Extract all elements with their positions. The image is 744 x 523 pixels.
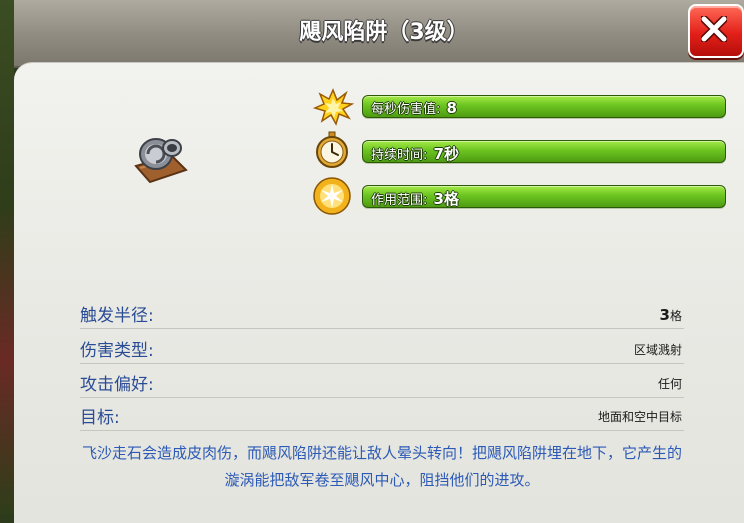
detail-row-trigger-radius: 触发半径: 3格 [80,300,684,329]
damage-stat-bar: 每秒伤害值: 8 [362,95,726,118]
trigger-radius-label: 触发半径: [80,306,154,326]
favorite-target-value: 任何 [657,377,682,391]
dialog-header: 飓风陷阱（3级） [14,0,744,68]
detail-row-damage-type: 伤害类型: 区域溅射 [80,335,684,364]
favorite-target-label: 攻击偏好: [80,375,154,395]
detail-row-favorite-target: 攻击偏好: 任何 [80,369,684,398]
detail-row-targets: 目标: 地面和空中目标 [80,402,684,431]
explosion-icon [312,88,354,126]
range-value: 3格 [433,190,459,208]
damage-value: 8 [446,99,457,117]
duration-label: 持续时间: [371,148,432,163]
close-icon [701,16,727,42]
stopwatch-icon [316,131,348,168]
targets-value: 地面和空中目标 [597,410,682,424]
dialog-title: 飓风陷阱（3级） [299,20,469,45]
radius-burst-icon [313,177,351,215]
damage-label: 每秒伤害值: [371,102,445,117]
trigger-radius-unit: 格 [669,309,682,323]
background-scenery [0,0,14,514]
range-stat-bar: 作用范围: 3格 [362,185,726,208]
tornado-trap-image [134,138,188,184]
damage-type-value: 区域溅射 [633,343,682,357]
duration-stat-bar: 持续时间: 7秒 [362,140,726,163]
range-label: 作用范围: [371,193,432,208]
duration-value: 7秒 [433,145,459,163]
targets-label: 目标: [80,408,120,428]
trigger-radius-value: 3 [659,306,670,324]
damage-type-label: 伤害类型: [80,341,154,361]
description-text: 飞沙走石会造成皮肉伤，而飓风陷阱还能让敌人晕头转向！把飓风陷阱埋在地下，它产生的… [81,444,682,489]
close-button[interactable] [688,4,744,58]
